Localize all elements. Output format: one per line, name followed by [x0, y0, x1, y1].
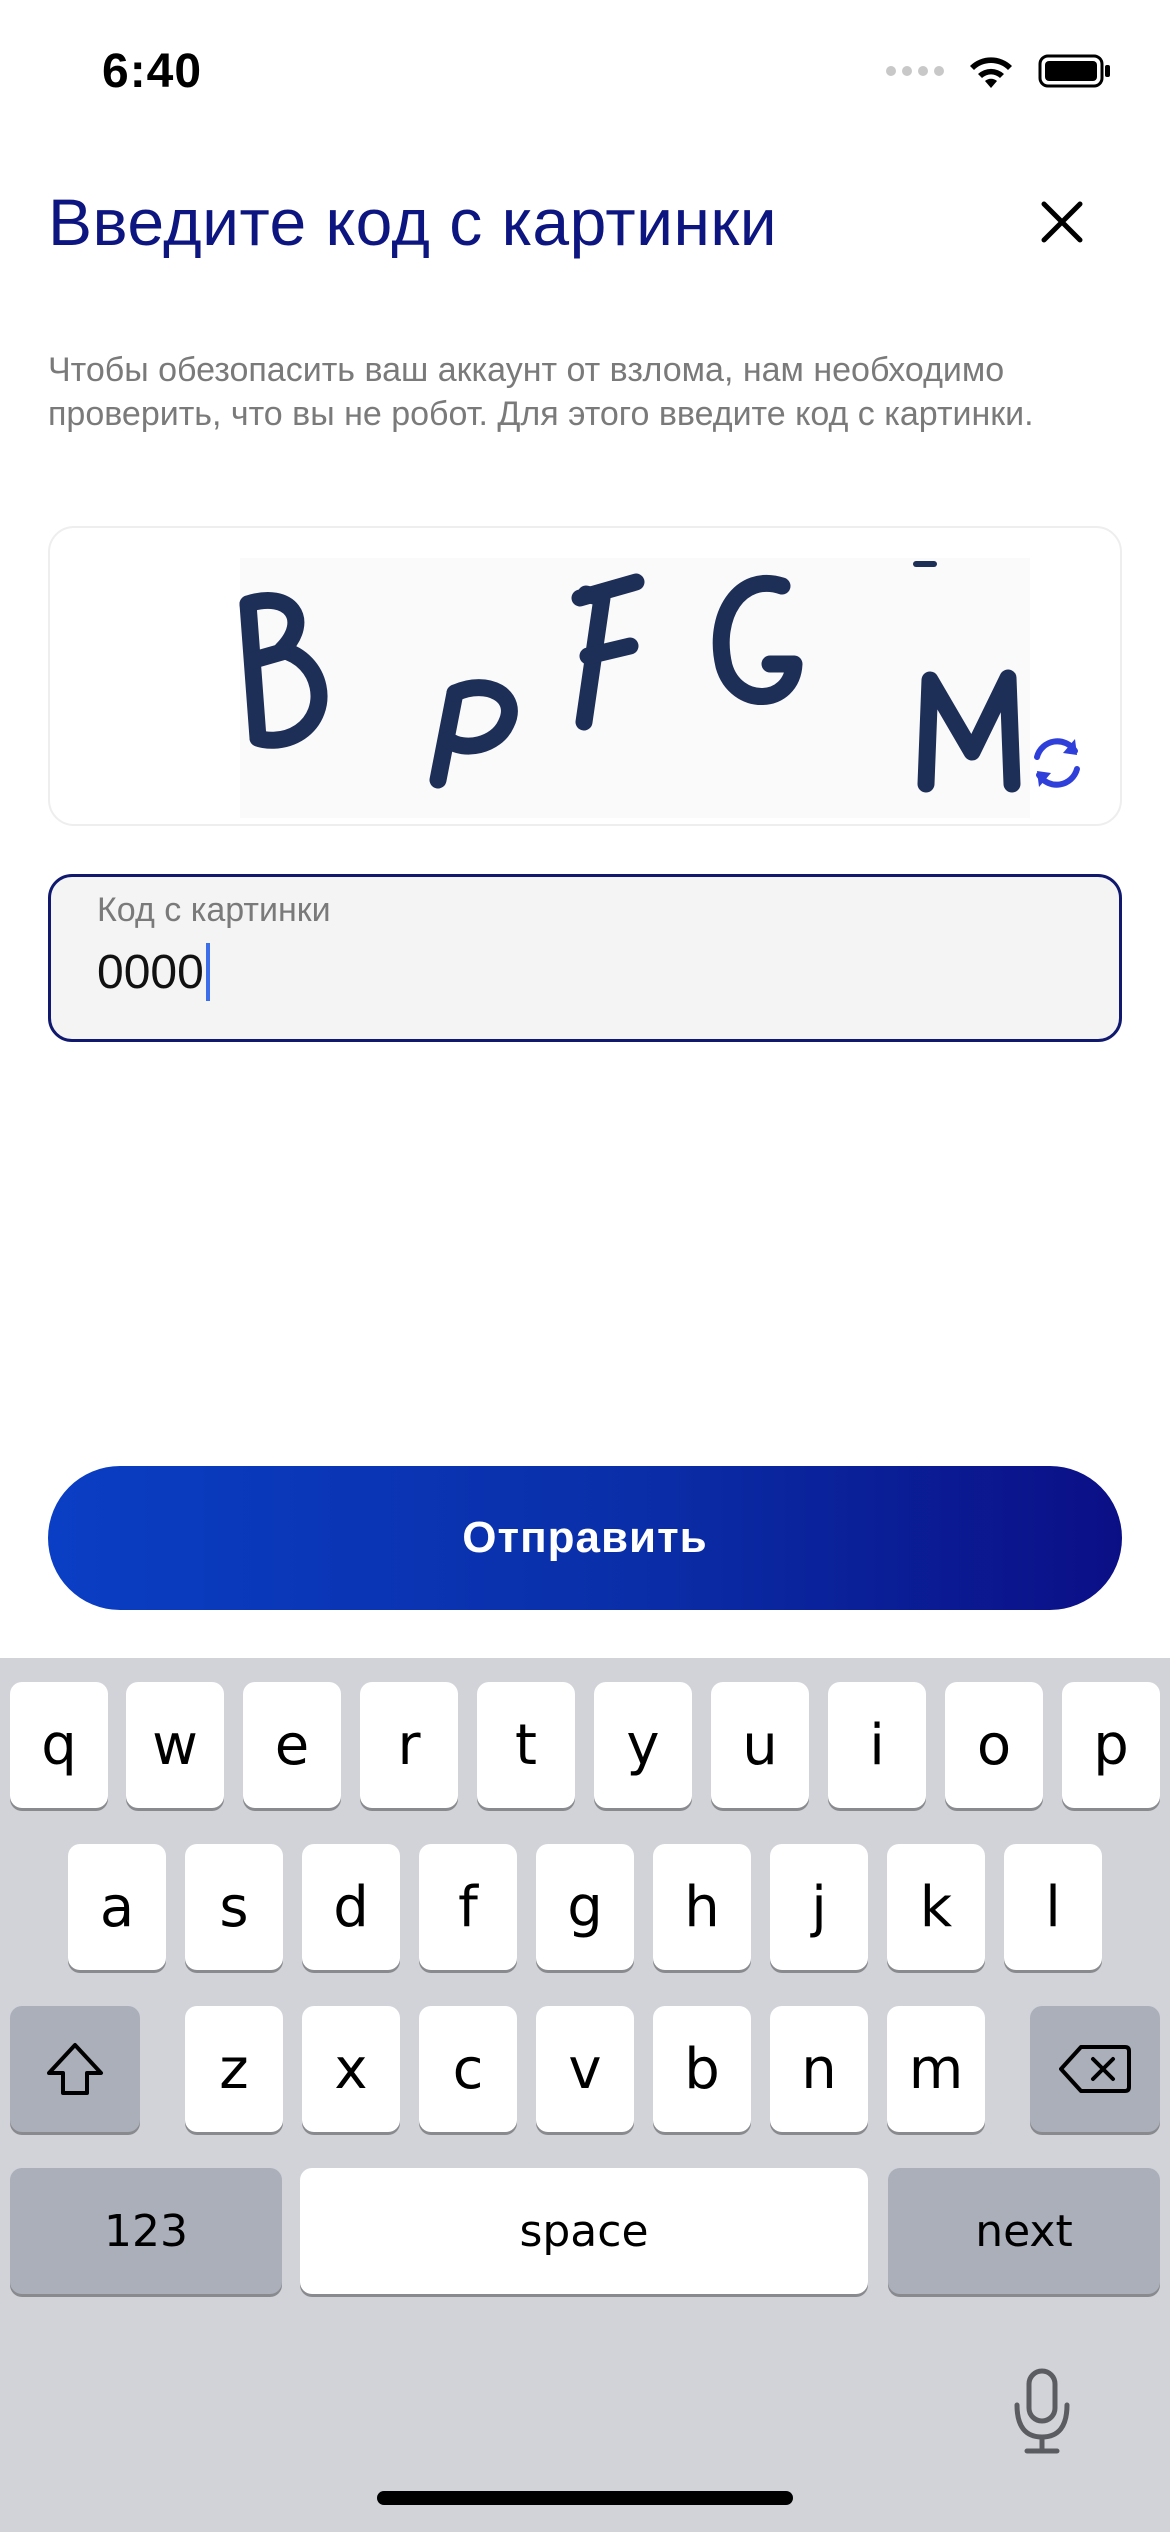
status-time: 6:40 — [102, 45, 203, 98]
backspace-icon — [1059, 2045, 1131, 2093]
key-r[interactable]: r — [360, 1682, 458, 1808]
battery-icon — [1038, 54, 1110, 88]
keyboard: q w e r t y u i o p a s d f g h j k l z … — [0, 1658, 1170, 2532]
key-a[interactable]: a — [68, 1844, 166, 1970]
key-q[interactable]: q — [10, 1682, 108, 1808]
text-caret — [205, 943, 210, 1001]
key-x[interactable]: x — [302, 2006, 400, 2132]
key-t[interactable]: t — [477, 1682, 575, 1808]
key-f[interactable]: f — [419, 1844, 517, 1970]
key-h[interactable]: h — [653, 1844, 751, 1970]
page-title: Введите код с картинки — [48, 185, 778, 259]
code-field-text: 0000 — [97, 945, 204, 999]
shift-icon — [47, 2043, 103, 2095]
key-m[interactable]: m — [887, 2006, 985, 2132]
microphone-icon — [1014, 2368, 1070, 2454]
captcha-box — [48, 526, 1122, 826]
key-s[interactable]: s — [185, 1844, 283, 1970]
key-z[interactable]: z — [185, 2006, 283, 2132]
dictation-button[interactable] — [1010, 2362, 1074, 2462]
status-bar: 6:40 — [0, 0, 1170, 150]
key-d[interactable]: d — [302, 1844, 400, 1970]
key-u[interactable]: u — [711, 1682, 809, 1808]
numbers-key[interactable]: 123 — [10, 2168, 282, 2294]
key-g[interactable]: g — [536, 1844, 634, 1970]
close-icon — [1041, 201, 1083, 243]
home-indicator[interactable] — [377, 2491, 793, 2505]
next-key[interactable]: next — [888, 2168, 1160, 2294]
backspace-key[interactable] — [1030, 2006, 1160, 2132]
refresh-captcha-button[interactable] — [1022, 728, 1092, 798]
key-b[interactable]: b — [653, 2006, 751, 2132]
code-field-value[interactable]: 0000 — [97, 943, 210, 1001]
code-field-label: Код с картинки — [97, 891, 331, 929]
key-p[interactable]: p — [1062, 1682, 1160, 1808]
key-j[interactable]: j — [770, 1844, 868, 1970]
status-icons — [886, 52, 1112, 90]
captcha-image — [239, 558, 1030, 818]
key-w[interactable]: w — [126, 1682, 224, 1808]
captcha-screen: 6:40 Введите код с картинки Чтобы обезоп… — [0, 0, 1170, 2532]
key-l[interactable]: l — [1004, 1844, 1102, 1970]
key-e[interactable]: e — [243, 1682, 341, 1808]
key-k[interactable]: k — [887, 1844, 985, 1970]
key-o[interactable]: o — [945, 1682, 1043, 1808]
wifi-icon — [970, 57, 1012, 88]
close-button[interactable] — [1030, 190, 1094, 254]
key-v[interactable]: v — [536, 2006, 634, 2132]
key-c[interactable]: c — [419, 2006, 517, 2132]
key-i[interactable]: i — [828, 1682, 926, 1808]
cellular-signal-icon — [886, 66, 944, 76]
shift-key[interactable] — [10, 2006, 140, 2132]
key-y[interactable]: y — [594, 1682, 692, 1808]
refresh-icon — [1034, 738, 1080, 788]
space-key[interactable]: space — [300, 2168, 868, 2294]
key-n[interactable]: n — [770, 2006, 868, 2132]
description-text: Чтобы обезопасить ваш аккаунт от взлома,… — [48, 351, 1034, 433]
submit-button[interactable]: Отправить — [48, 1466, 1122, 1610]
captcha-code-input[interactable]: Код с картинки 0000 — [48, 874, 1122, 1042]
